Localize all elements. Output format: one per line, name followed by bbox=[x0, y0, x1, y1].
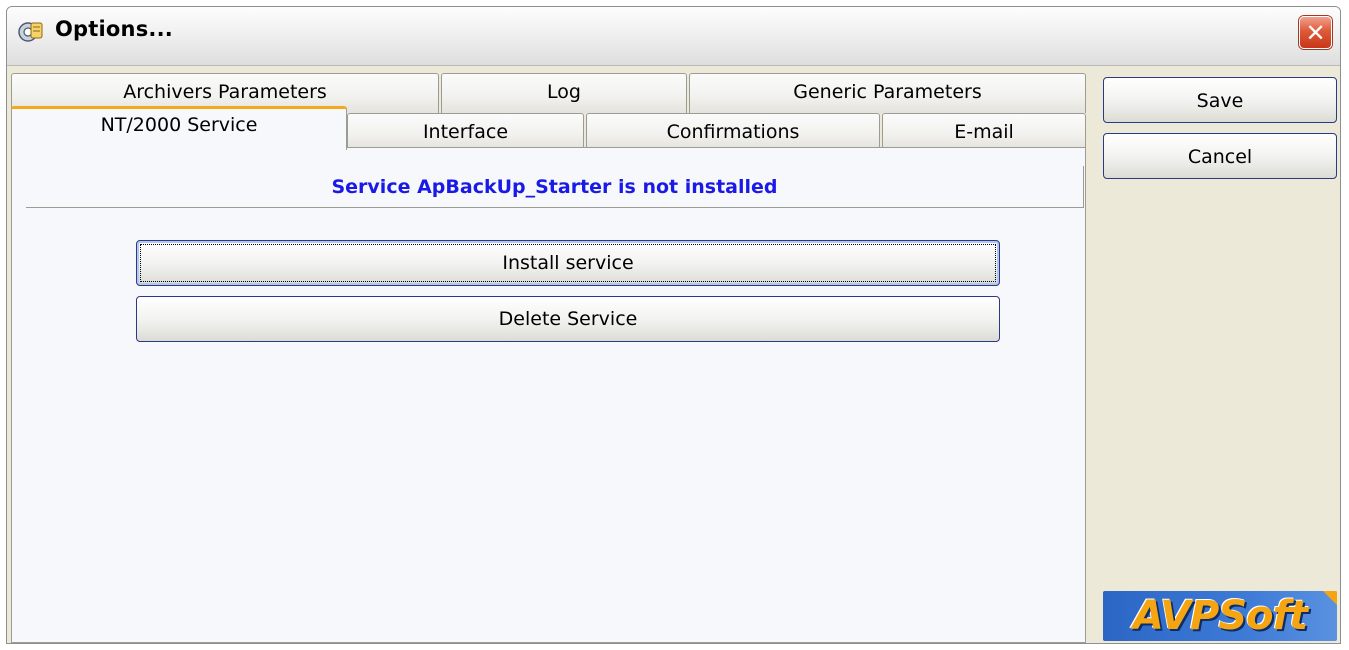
save-button[interactable]: Save bbox=[1103, 77, 1337, 123]
install-service-button[interactable]: Install service bbox=[136, 240, 1000, 286]
button-label: Delete Service bbox=[498, 308, 638, 330]
tab-control: Archivers Parameters Log Generic Paramet… bbox=[7, 69, 1090, 643]
nt-service-panel: Service ApBackUp_Starter is not installe… bbox=[11, 147, 1086, 643]
action-sidebar: Save Cancel AVPSoft bbox=[1094, 69, 1340, 643]
cancel-button[interactable]: Cancel bbox=[1103, 133, 1337, 179]
logo-corner-accent bbox=[1323, 591, 1337, 605]
tab-label: Confirmations bbox=[666, 121, 800, 143]
tab-interface[interactable]: Interface bbox=[347, 113, 584, 149]
tab-label: Archivers Parameters bbox=[123, 81, 327, 103]
logo-text: AVPSoft bbox=[1132, 593, 1308, 639]
button-label: Save bbox=[1196, 90, 1244, 112]
close-icon: ✕ bbox=[1305, 18, 1326, 47]
window-title: Options... bbox=[55, 17, 173, 41]
tab-label: Interface bbox=[422, 121, 509, 143]
tab-label: NT/2000 Service bbox=[100, 114, 258, 136]
button-label: Cancel bbox=[1187, 146, 1253, 168]
tab-label: Generic Parameters bbox=[793, 81, 982, 103]
tab-label: Log bbox=[547, 81, 581, 103]
service-status-text: Service ApBackUp_Starter is not installe… bbox=[26, 166, 1084, 208]
title-bar[interactable]: Options... ✕ bbox=[7, 7, 1340, 66]
tab-generic-parameters[interactable]: Generic Parameters bbox=[689, 73, 1086, 113]
delete-service-button[interactable]: Delete Service bbox=[136, 296, 1000, 342]
options-dialog: Options... ✕ Archivers Parameters Log Ge… bbox=[6, 6, 1341, 644]
button-label: Install service bbox=[502, 252, 634, 274]
tab-confirmations[interactable]: Confirmations bbox=[586, 113, 880, 149]
avpsoft-logo: AVPSoft bbox=[1103, 591, 1337, 641]
tab-email[interactable]: E-mail bbox=[882, 113, 1086, 149]
tab-nt2000-service[interactable]: NT/2000 Service bbox=[11, 106, 347, 150]
options-gear-icon bbox=[17, 19, 43, 45]
close-button[interactable]: ✕ bbox=[1299, 16, 1332, 49]
tab-log[interactable]: Log bbox=[441, 73, 687, 113]
tab-label: E-mail bbox=[954, 121, 1014, 143]
